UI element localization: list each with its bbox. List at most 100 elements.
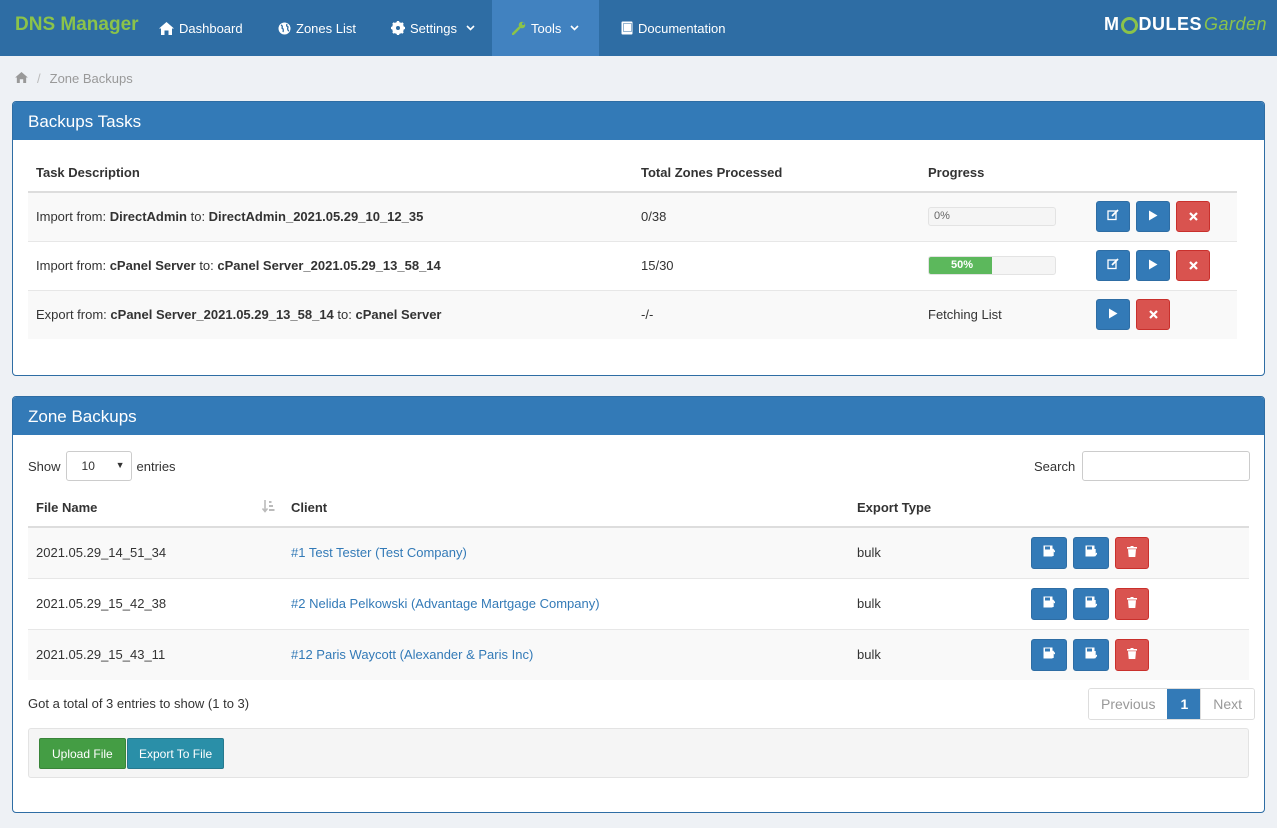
save-upload-icon xyxy=(1043,545,1056,560)
run-task-button[interactable] xyxy=(1136,250,1170,281)
chevron-down-icon xyxy=(466,25,475,31)
zones-processed: 0/38 xyxy=(641,209,667,225)
run-task-button[interactable] xyxy=(1096,299,1130,331)
table-row: Export from: cPanel Server_2021.05.29_13… xyxy=(28,290,1237,339)
play-icon xyxy=(1108,307,1118,322)
wrench-icon xyxy=(512,21,526,35)
export-type: bulk xyxy=(857,647,881,663)
search-label: Search xyxy=(1034,458,1076,474)
zones-processed: 15/30 xyxy=(641,258,674,273)
save-download-icon xyxy=(1085,596,1098,611)
app-brand[interactable]: DNS Manager xyxy=(15,14,139,36)
nav-dashboard[interactable]: Dashboard xyxy=(159,0,243,56)
export-type: bulk xyxy=(857,545,881,561)
nav-settings-label: Settings xyxy=(410,20,457,36)
pagination-previous[interactable]: Previous xyxy=(1089,689,1168,719)
progress-bar: 0% xyxy=(928,207,1056,227)
search-control: Search xyxy=(1034,451,1251,481)
book-icon xyxy=(621,21,633,35)
restore-backup-button[interactable] xyxy=(1031,587,1067,620)
search-input[interactable] xyxy=(1082,451,1251,481)
nav-documentation[interactable]: Documentation xyxy=(621,0,725,56)
table-row: Import from: DirectAdmin to: DirectAdmin… xyxy=(28,192,1237,241)
table-row: 2021.05.29_15_43_11 #12 Paris Waycott (A… xyxy=(28,629,1249,680)
client-link[interactable]: #2 Nelida Pelkowski (Advantage Martgage … xyxy=(291,596,600,611)
nav-tools[interactable]: Tools xyxy=(492,0,599,56)
play-icon xyxy=(1148,258,1158,273)
client-link[interactable]: #12 Paris Waycott (Alexander & Paris Inc… xyxy=(291,647,533,662)
top-navbar: DNS Manager Dashboard Zones List Setting… xyxy=(0,0,1277,56)
actions-footer: Upload File Export To File xyxy=(28,728,1249,778)
breadcrumb-separator: / xyxy=(37,71,41,86)
trash-icon xyxy=(1127,596,1137,611)
entries-label: entries xyxy=(136,458,176,474)
delete-task-button[interactable] xyxy=(1136,299,1170,331)
col-progress: Progress xyxy=(928,164,985,180)
delete-task-button[interactable] xyxy=(1176,250,1210,281)
home-icon xyxy=(159,21,174,35)
breadcrumb-current: Zone Backups xyxy=(49,71,133,86)
pagination-next[interactable]: Next xyxy=(1200,689,1255,719)
upload-file-button[interactable]: Upload File xyxy=(39,738,126,769)
nav-zones-list[interactable]: Zones List xyxy=(278,0,356,56)
play-icon xyxy=(1148,209,1158,224)
trash-icon xyxy=(1127,647,1137,662)
task-description: Export from: cPanel Server_2021.05.29_13… xyxy=(36,307,442,323)
save-download-icon xyxy=(1085,647,1098,662)
chevron-down-icon xyxy=(570,25,579,31)
task-description: Import from: cPanel Server to: cPanel Se… xyxy=(36,258,441,273)
save-upload-icon xyxy=(1043,647,1056,662)
zone-backups-panel: Zone Backups Show 10 ▼ entries Search Fi… xyxy=(12,396,1265,813)
pagination-page-1[interactable]: 1 xyxy=(1167,689,1201,719)
download-backup-button[interactable] xyxy=(1073,638,1109,671)
pagination: Previous 1 Next xyxy=(1088,688,1256,720)
file-name: 2021.05.29_14_51_34 xyxy=(36,545,167,561)
table-row: Import from: cPanel Server to: cPanel Se… xyxy=(28,241,1237,290)
run-task-button[interactable] xyxy=(1136,201,1170,233)
sort-icon[interactable] xyxy=(261,499,275,516)
delete-backup-button[interactable] xyxy=(1115,587,1149,620)
panel-title: Zone Backups xyxy=(13,397,1264,435)
page-size-select[interactable]: 10 ▼ xyxy=(65,451,132,481)
caret-down-icon: ▼ xyxy=(115,460,125,470)
col-file-name[interactable]: File Name xyxy=(28,489,283,527)
progress-bar: 50% xyxy=(928,256,1056,275)
modulesgarden-logo: M DULES Garden xyxy=(1104,14,1268,34)
home-icon[interactable] xyxy=(15,71,28,86)
close-icon xyxy=(1188,209,1198,224)
file-name: 2021.05.29_15_42_38 xyxy=(36,596,167,611)
client-link[interactable]: #1 Test Tester (Test Company) xyxy=(291,545,467,560)
logo-ring-icon xyxy=(1120,17,1138,34)
table-row: 2021.05.29_14_51_34 #1 Test Tester (Test… xyxy=(28,527,1249,578)
col-export-type[interactable]: Export Type xyxy=(849,489,1023,527)
panel-title: Backups Tasks xyxy=(13,102,1264,140)
zones-processed: -/- xyxy=(641,307,654,323)
nav-documentation-label: Documentation xyxy=(638,20,726,36)
download-backup-button[interactable] xyxy=(1073,587,1109,620)
task-description: Import from: DirectAdmin to: DirectAdmin… xyxy=(36,209,424,225)
col-client[interactable]: Client xyxy=(283,489,849,527)
edit-task-button[interactable] xyxy=(1096,201,1130,233)
backups-tasks-panel: Backups Tasks Task Description Total Zon… xyxy=(12,101,1265,376)
close-icon xyxy=(1148,307,1158,322)
delete-backup-button[interactable] xyxy=(1115,638,1149,671)
close-icon xyxy=(1188,258,1198,273)
restore-backup-button[interactable] xyxy=(1031,638,1067,671)
nav-dashboard-label: Dashboard xyxy=(179,20,243,36)
delete-task-button[interactable] xyxy=(1176,201,1210,233)
edit-task-button[interactable] xyxy=(1096,250,1130,281)
edit-icon xyxy=(1107,258,1119,273)
download-backup-button[interactable] xyxy=(1073,536,1109,569)
export-to-file-button[interactable]: Export To File xyxy=(127,738,225,769)
nav-settings[interactable]: Settings xyxy=(391,0,475,56)
breadcrumb: / Zone Backups xyxy=(15,71,133,86)
restore-backup-button[interactable] xyxy=(1031,536,1067,569)
delete-backup-button[interactable] xyxy=(1115,536,1149,569)
trash-icon xyxy=(1127,545,1137,560)
save-upload-icon xyxy=(1043,596,1056,611)
export-type: bulk xyxy=(857,596,881,611)
show-label: Show xyxy=(28,458,61,474)
nav-zones-label: Zones List xyxy=(296,20,356,36)
task-status: Fetching List xyxy=(928,307,1002,323)
gear-icon xyxy=(391,21,405,35)
